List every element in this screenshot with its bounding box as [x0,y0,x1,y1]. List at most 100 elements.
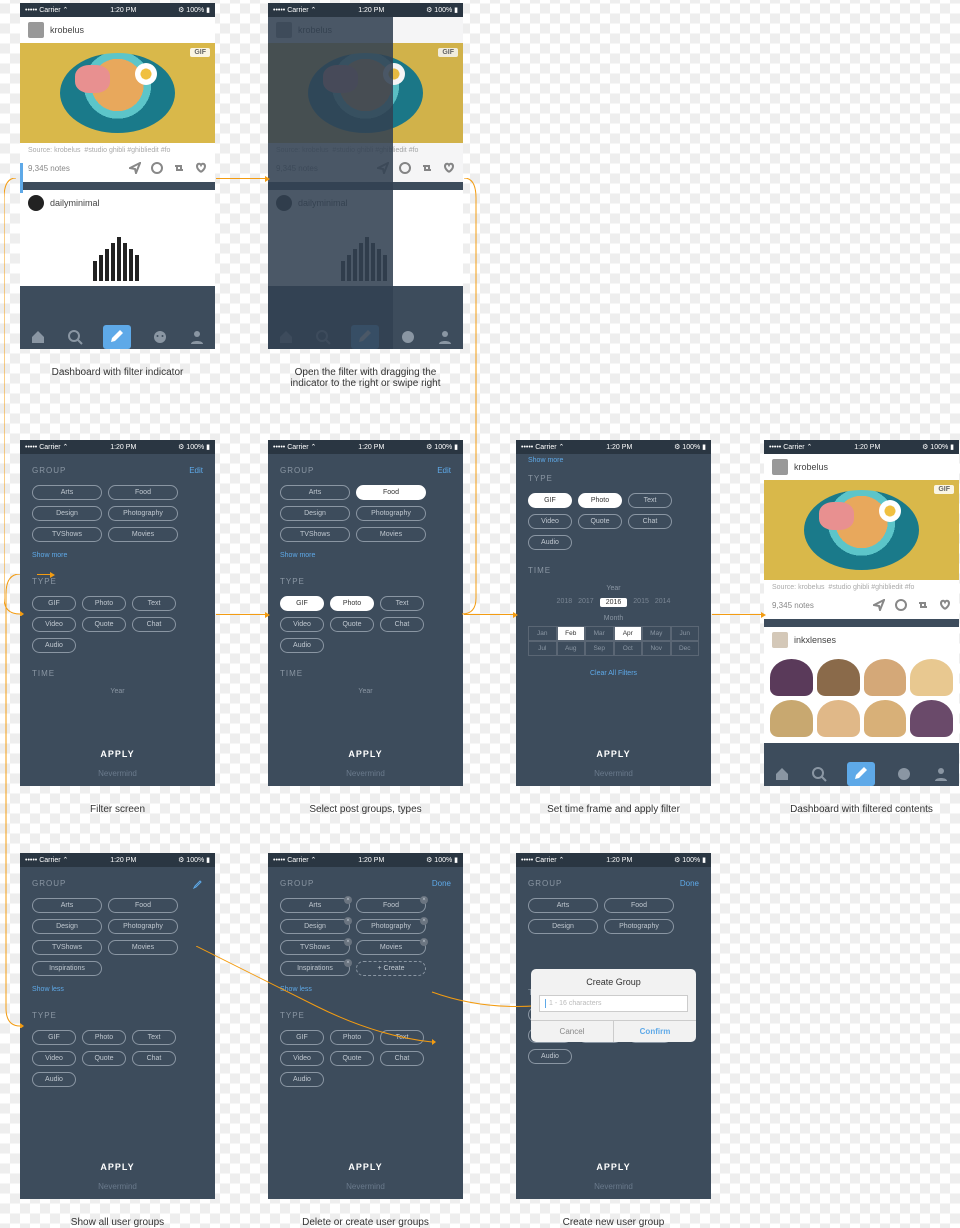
flow-arrow [4,574,24,1028]
confirm-button[interactable]: Confirm [613,1021,696,1042]
home-icon[interactable] [30,329,46,345]
gif-badge: GIF [190,48,210,57]
flow-arrow [196,946,436,1046]
pill-audio[interactable]: Audio [32,638,76,653]
nevermind-button[interactable]: Nevermind [20,767,215,780]
nevermind-button[interactable]: Nevermind [20,1180,215,1193]
edit-link[interactable]: Edit [189,466,203,475]
post-image [764,653,959,743]
delete-icon[interactable]: × [344,938,352,946]
pill-arts[interactable]: Arts [32,485,102,500]
compose-tab[interactable] [103,325,131,349]
screen-dashboard-filtered: ••••• Carrier ⌃1:20 PM⚙ 100% ▮ krobelus … [764,440,959,786]
screen-filter-time: ••••• Carrier ⌃1:20 PM⚙ 100% ▮ Show more… [516,440,711,786]
account-icon[interactable] [189,329,205,345]
apply-button[interactable]: APPLY [268,741,463,767]
post-card: dailyminimal [20,190,215,286]
group-header: GROUP [20,454,215,481]
post-image [20,216,215,286]
pill-video[interactable]: Video [32,617,76,632]
year-selector[interactable]: 20182017201620152014 [516,594,711,611]
clear-filters[interactable]: Clear All Filters [516,658,711,689]
flow-arrow [216,178,266,179]
pill-quote[interactable]: Quote [82,617,126,632]
flow-arrow [712,614,762,615]
screen-dashboard-overlay: ••••• Carrier ⌃1:20 PM⚙ 100% ▮ krobelus … [268,3,463,349]
pill-gif-selected[interactable]: GIF [280,596,324,611]
group-pills: Arts Food Design Photography TVShows Mov… [20,481,215,546]
month-grid: Jan Feb Mar Apr May Jun Jul Aug Sep Oct … [516,624,711,658]
delete-icon[interactable]: × [420,938,428,946]
screen-filter: ••••• Carrier ⌃1:20 PM⚙ 100% ▮ GROUP Edi… [20,440,215,786]
flow-arrow [4,178,24,616]
post-card: krobelus GIF Source: krobelus #studio gh… [20,17,215,182]
pill-text[interactable]: Text [132,596,176,611]
delete-icon[interactable]: × [344,917,352,925]
apply-button[interactable]: APPLY [20,1154,215,1180]
caption: Open the filter with dragging the indica… [268,367,463,389]
show-more[interactable]: Show more [20,546,215,565]
pill-tvshows[interactable]: TVShows [32,527,102,542]
username: dailyminimal [50,198,100,208]
filter-drag-overlay[interactable] [268,17,393,349]
avatar [28,22,44,38]
edit-link[interactable]: Edit [437,466,451,475]
create-group-modal: Create Group 1 - 16 characters Cancel Co… [531,969,696,1042]
delete-icon[interactable]: × [420,896,428,904]
notes-count: 9,345 notes [28,164,129,173]
reblog-icon[interactable] [173,162,185,174]
show-less[interactable]: Show less [20,980,215,999]
caption: Dashboard with filtered contents [764,804,959,815]
time-header: TIME [20,657,215,684]
apply-button[interactable]: APPLY [20,741,215,767]
caption: Dashboard with filter indicator [20,367,215,378]
cancel-button[interactable]: Cancel [531,1021,613,1042]
screen-show-all-groups: ••••• Carrier ⌃1:20 PM⚙ 100% ▮ GROUP Art… [20,853,215,1199]
modal-title: Create Group [531,969,696,995]
caption: Filter screen [20,804,215,815]
pill-food[interactable]: Food [108,485,178,500]
caption: Set time frame and apply filter [516,804,711,815]
caption: Show all user groups [20,1217,215,1228]
month-label: Month [516,611,711,624]
type-header: TYPE [20,565,215,592]
delete-icon[interactable]: × [420,917,428,925]
pill-photo[interactable]: Photo [82,596,126,611]
nevermind-button[interactable]: Nevermind [268,767,463,780]
group-name-input[interactable]: 1 - 16 characters [539,995,688,1012]
pill-gif[interactable]: GIF [32,596,76,611]
caption: Delete or create user groups [268,1217,463,1228]
edit-link[interactable] [193,879,203,891]
delete-icon[interactable]: × [344,896,352,904]
done-link[interactable]: Done [432,879,451,888]
pill-design[interactable]: Design [32,506,102,521]
done-link[interactable]: Done [680,879,699,888]
pill-movies[interactable]: Movies [108,527,178,542]
pill-photography[interactable]: Photography [108,506,178,521]
year-label: Year [516,581,711,594]
username: krobelus [50,25,84,35]
screen-create-group-modal: ••••• Carrier ⌃1:20 PM⚙ 100% ▮ GROUP Don… [516,853,711,1199]
avatar [28,195,44,211]
pill-chat[interactable]: Chat [132,617,176,632]
activity-icon[interactable] [152,329,168,345]
reply-icon[interactable] [151,162,163,174]
tab-bar [20,324,215,349]
caption: Select post groups, types [268,804,463,815]
post-image: GIF [20,43,215,143]
flow-arrow [458,178,478,616]
pill-food-selected[interactable]: Food [356,485,426,500]
send-icon[interactable] [129,162,141,174]
search-icon[interactable] [67,329,83,345]
like-icon[interactable] [195,162,207,174]
apply-button[interactable]: APPLY [516,741,711,767]
post-tags: Source: krobelus #studio ghibli #ghiblie… [20,143,215,158]
flow-arrow [464,614,514,615]
screen-filter-selected: ••••• Carrier ⌃1:20 PM⚙ 100% ▮ GROUP Edi… [268,440,463,786]
pill-photo-selected[interactable]: Photo [330,596,374,611]
caption: Create new user group [516,1217,711,1228]
flow-arrow [37,574,51,575]
nevermind-button[interactable]: Nevermind [516,767,711,780]
flow-arrow [216,614,266,615]
status-bar: ••••• Carrier ⌃1:20 PM⚙ 100% ▮ [268,3,463,17]
